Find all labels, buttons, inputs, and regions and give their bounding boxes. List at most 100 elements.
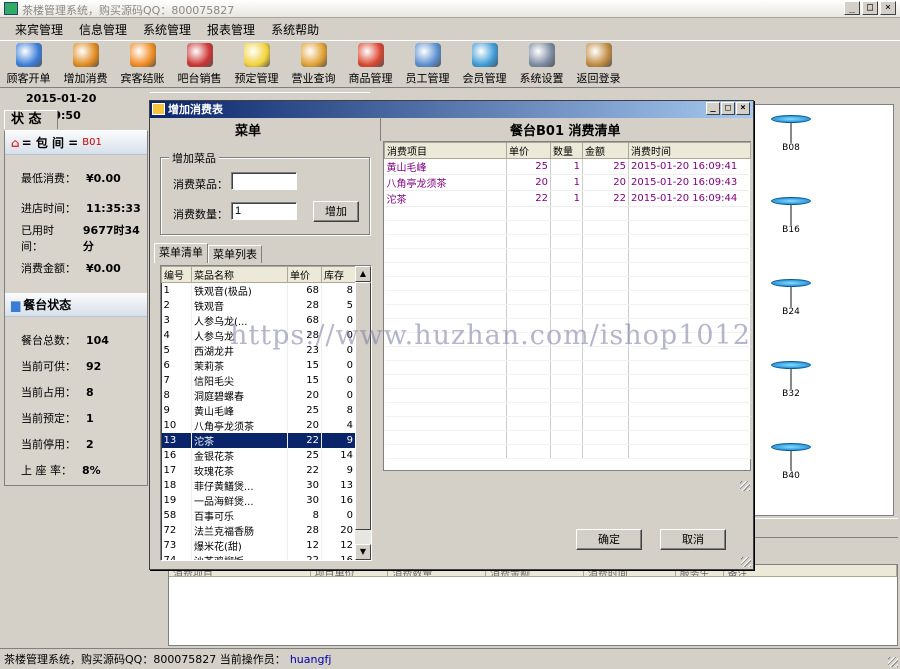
status-label: 已用时间：: [21, 224, 54, 253]
add-button[interactable]: 增加: [313, 201, 359, 222]
dialog-close-button[interactable]: ×: [736, 102, 750, 115]
table-icon: ▆: [11, 297, 21, 312]
consume-cell: 25: [506, 158, 551, 175]
room-code: B01: [82, 137, 102, 148]
consume-row[interactable]: 沱茶 22 1 22 2015-01-20 16:09:44: [384, 190, 751, 207]
toolbar-button-3[interactable]: 吧台销售: [171, 41, 228, 89]
toolbar-button-7[interactable]: 员工管理: [399, 41, 456, 89]
menu-cell: 金银花茶: [191, 448, 289, 463]
toolbar: 顾客开单 增加消费 宾客结账 吧台销售 预定管理 营业查询 商品管理 员工管理 会员管理 系统设置…: [0, 40, 900, 88]
menu-cell: 25: [287, 448, 322, 463]
status-label: 消费金额：: [21, 262, 76, 275]
consume-column-header[interactable]: 消费项目: [384, 142, 507, 159]
scroll-down-icon[interactable]: ▼: [355, 544, 371, 560]
menu-row[interactable]: 1 铁观音(极品) 68 8: [161, 282, 356, 298]
status-row: 最低消费： ¥0.00: [5, 163, 147, 193]
menu-info[interactable]: 信息管理: [72, 21, 134, 38]
menu-column-header[interactable]: 单价: [287, 266, 322, 283]
tab-status[interactable]: 状 态: [4, 110, 58, 129]
close-button[interactable]: ×: [880, 1, 896, 15]
dialog-minimize-button[interactable]: _: [706, 102, 720, 115]
menu-row[interactable]: 74沙茶鸡柳饭2216: [161, 553, 356, 560]
dining-table[interactable]: B40: [769, 443, 813, 481]
menu-row[interactable]: 17 玫瑰花茶 22 9: [161, 463, 356, 478]
menu-row[interactable]: 6 茉莉茶 15 0: [161, 358, 356, 373]
dining-table[interactable]: B08: [769, 115, 813, 153]
toolbar-button-6[interactable]: 商品管理: [342, 41, 399, 89]
status-label: 当前可供：: [21, 360, 76, 373]
status-row: 餐台总数： 104: [5, 327, 147, 353]
toolbar-button-8[interactable]: 会员管理: [456, 41, 513, 89]
menu-column-header[interactable]: 编号: [161, 266, 192, 283]
menu-row[interactable]: 18 菲仔黄鳝煲... 30 13: [161, 478, 356, 493]
tab-menu-list[interactable]: 菜单清单: [154, 243, 208, 263]
menu-cell: 法兰克福香肠: [191, 523, 289, 538]
menu-row[interactable]: 19 一品海鲜煲... 30 16: [161, 493, 356, 508]
checkout-icon: [129, 43, 156, 67]
menu-row[interactable]: 73 爆米花(甜) 12 12: [161, 538, 356, 553]
consume-column-header[interactable]: 消费时间: [628, 142, 751, 159]
menu-cell: 8: [321, 282, 356, 298]
toolbar-label: 员工管理: [405, 72, 450, 85]
consume-history-list[interactable]: 消费项目 项目单价 消费数量 消费金额 消费时间 服务生 备注: [168, 564, 898, 646]
table-leg-icon: [790, 451, 792, 471]
menu-row[interactable]: 16 金银花茶 25 14: [161, 448, 356, 463]
home-icon: ⌂: [11, 135, 20, 150]
status-bar: 茶楼管理系统，购买源码QQ：800075827 当前操作员： huangfj: [0, 648, 900, 669]
scroll-up-icon[interactable]: ▲: [355, 266, 371, 282]
menu-column-header[interactable]: 菜品名称: [190, 266, 289, 283]
dining-table[interactable]: B16: [769, 197, 813, 235]
dialog-resize-grip[interactable]: [741, 557, 751, 567]
toolbar-button-4[interactable]: 预定管理: [228, 41, 285, 89]
table-code: B24: [782, 307, 800, 317]
consume-row[interactable]: 八角亭龙须茶 20 1 20 2015-01-20 16:09:43: [384, 174, 751, 191]
empty-row: [384, 402, 751, 417]
status-row: 已用时间： 9677时34分: [5, 223, 147, 253]
maximize-button[interactable]: □: [862, 1, 878, 15]
menu-row[interactable]: 2 铁观音 28 5: [161, 298, 356, 313]
resize-grip[interactable]: [888, 657, 898, 667]
table-top-icon: [771, 361, 811, 369]
menu-row[interactable]: 72 法兰克福香肠 28 20: [161, 523, 356, 538]
menu-report[interactable]: 报表管理: [200, 21, 262, 38]
dining-table[interactable]: B32: [769, 361, 813, 399]
toolbar-button-2[interactable]: 宾客结账: [114, 41, 171, 89]
tab-menu-grid[interactable]: 菜单列表: [208, 245, 262, 263]
menu-row[interactable]: 9 黄山毛峰 25 8: [161, 403, 356, 418]
menu-cell: 22: [287, 463, 322, 478]
menu-column-header[interactable]: 库存: [321, 266, 356, 283]
toolbar-button-5[interactable]: 营业查询: [285, 41, 342, 89]
menu-scrollbar[interactable]: ▲ ▼: [355, 266, 371, 560]
consume-row[interactable]: 黄山毛峰 25 1 25 2015-01-20 16:09:41: [384, 158, 751, 175]
menu-help[interactable]: 系统帮助: [264, 21, 326, 38]
menu-row[interactable]: 7 信阳毛尖 15 0: [161, 373, 356, 388]
dining-table[interactable]: B24: [769, 279, 813, 317]
table-leg-icon: [790, 287, 792, 307]
ok-button[interactable]: 确定: [576, 529, 642, 550]
toolbar-button-9[interactable]: 系统设置: [513, 41, 570, 89]
dialog-maximize-button[interactable]: □: [721, 102, 735, 115]
consume-column-header[interactable]: 数量: [550, 142, 583, 159]
toolbar-button-1[interactable]: 增加消费: [57, 41, 114, 89]
qty-input[interactable]: [231, 202, 297, 220]
consume-column-header[interactable]: 单价: [506, 142, 551, 159]
menu-row[interactable]: 10 八角亭龙须茶 20 4: [161, 418, 356, 433]
qty-label: 消费数量：: [173, 208, 228, 221]
menu-row[interactable]: 8 洞庭碧螺春 20 0: [161, 388, 356, 403]
menu-cell: 13: [161, 433, 192, 448]
consume-grid[interactable]: 消费项目 单价 数量 金额 消费时间 黄山毛峰 25 1 25 2015-01-20 16:09:…: [383, 141, 751, 471]
menu-guest[interactable]: 来宾管理: [8, 21, 70, 38]
menu-row[interactable]: 58 百事可乐 8 0: [161, 508, 356, 523]
cancel-button[interactable]: 取消: [660, 529, 726, 550]
consume-column-header[interactable]: 金额: [582, 142, 629, 159]
operator-name: huangfj: [289, 652, 332, 666]
menu-system[interactable]: 系统管理: [136, 21, 198, 38]
toolbar-label: 系统设置: [519, 72, 564, 85]
menu-grid[interactable]: 编号 菜品名称 单价 库存 1 铁观音(极品) 68 8 2 铁观音 28 5 3 人参乌龙(... 68 0…: [160, 265, 372, 561]
empty-row: [384, 290, 751, 305]
menu-row[interactable]: 13 沱茶 22 9: [161, 433, 356, 448]
minimize-button[interactable]: _: [844, 1, 860, 15]
toolbar-button-10[interactable]: 返回登录: [570, 41, 627, 89]
toolbar-button-0[interactable]: 顾客开单: [0, 41, 57, 89]
item-input[interactable]: [231, 172, 297, 190]
